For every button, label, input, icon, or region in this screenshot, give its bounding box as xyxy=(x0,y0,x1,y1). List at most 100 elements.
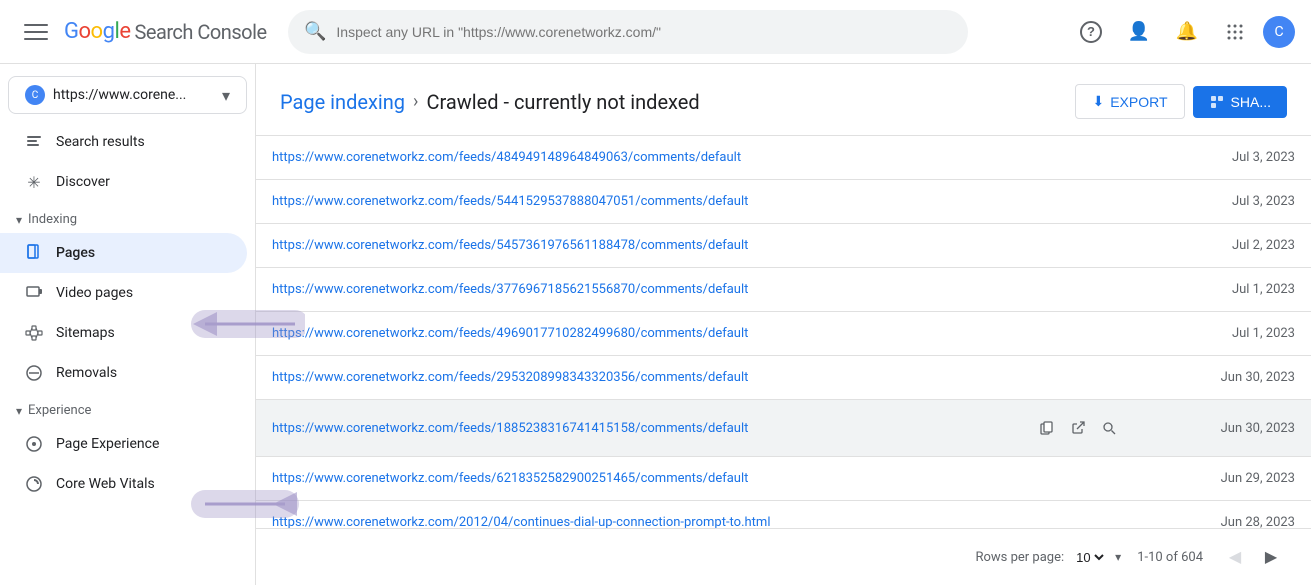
url-inspect-input[interactable] xyxy=(336,24,952,40)
date-cell: Jun 28, 2023 xyxy=(1163,501,1311,529)
page-header: Page indexing › Crawled - currently not … xyxy=(256,64,1311,136)
open-url-button[interactable] xyxy=(1064,414,1092,442)
sidebar-item-page-experience[interactable]: Page Experience xyxy=(0,424,247,464)
row-actions-cell xyxy=(993,312,1163,356)
sidebar-item-video-pages[interactable]: Video pages xyxy=(0,273,247,313)
removals-icon xyxy=(24,363,44,383)
url-cell[interactable]: https://www.corenetworkz.com/feeds/48494… xyxy=(256,136,993,180)
sidebar-label-core-web-vitals: Core Web Vitals xyxy=(56,476,155,492)
avatar[interactable]: C xyxy=(1263,16,1295,48)
apps-icon xyxy=(1226,23,1244,41)
sidebar-section-indexing[interactable]: ▾ Indexing xyxy=(0,202,255,233)
breadcrumb-separator: › xyxy=(413,91,418,112)
sidebar-item-removals[interactable]: Removals xyxy=(0,353,247,393)
sidebar-section-experience[interactable]: ▾ Experience xyxy=(0,393,255,424)
row-actions-cell xyxy=(993,356,1163,400)
accounts-button[interactable]: 👤 xyxy=(1119,12,1159,52)
sidebar-section-label-indexing: Indexing xyxy=(28,212,77,227)
topbar-actions: ? 👤 🔔 C xyxy=(1071,12,1295,52)
table-area: https://www.corenetworkz.com/feeds/48494… xyxy=(256,136,1311,528)
section-arrow-indexing: ▾ xyxy=(16,213,22,227)
accounts-icon: 👤 xyxy=(1128,21,1150,42)
page-experience-icon xyxy=(24,434,44,454)
pagination: Rows per page: 10 25 50 ▾ 1-10 of 604 ◀ … xyxy=(256,528,1311,585)
table-row: https://www.corenetworkz.com/2012/04/con… xyxy=(256,501,1311,529)
logo-o2: o xyxy=(91,19,103,44)
sidebar-label-discover: Discover xyxy=(56,174,110,190)
pages-icon xyxy=(24,243,44,263)
sidebar-item-pages[interactable]: Pages xyxy=(0,233,247,273)
table-row: https://www.corenetworkz.com/feeds/54415… xyxy=(256,180,1311,224)
rows-per-page-label: Rows per page: xyxy=(975,550,1064,565)
url-cell[interactable]: https://www.corenetworkz.com/feeds/37769… xyxy=(256,268,993,312)
date-cell: Jun 30, 2023 xyxy=(1163,356,1311,400)
row-actions-cell xyxy=(993,268,1163,312)
url-cell[interactable]: https://www.corenetworkz.com/2012/04/con… xyxy=(256,501,993,529)
url-cell[interactable]: https://www.corenetworkz.com/feeds/29532… xyxy=(256,356,993,400)
sidebar-label-search-results: Search results xyxy=(56,134,145,150)
search-results-icon xyxy=(24,132,44,152)
sidebar-item-sitemaps[interactable]: Sitemaps xyxy=(0,313,247,353)
rows-per-page-select[interactable]: 10 25 50 xyxy=(1072,549,1107,566)
share-button[interactable]: SHA... xyxy=(1193,86,1287,118)
apps-button[interactable] xyxy=(1215,12,1255,52)
date-cell: Jul 3, 2023 xyxy=(1163,180,1311,224)
date-cell: Jul 2, 2023 xyxy=(1163,224,1311,268)
export-button[interactable]: ⬇ EXPORT xyxy=(1075,84,1184,119)
logo-g: G xyxy=(64,19,79,44)
row-actions-cell xyxy=(993,136,1163,180)
discover-icon: ✳ xyxy=(24,172,44,192)
row-actions-cell xyxy=(993,457,1163,501)
logo-g2: g xyxy=(103,19,115,44)
sitemaps-icon xyxy=(24,323,44,343)
logo-e: e xyxy=(119,19,130,44)
hamburger-icon xyxy=(24,20,48,44)
property-name: https://www.corene... xyxy=(53,87,214,103)
url-cell[interactable]: https://www.corenetworkz.com/feeds/62183… xyxy=(256,457,993,501)
breadcrumb-current: Crawled - currently not indexed xyxy=(426,90,699,114)
share-label: SHA... xyxy=(1231,94,1271,110)
property-selector[interactable]: C https://www.corene... ▾ xyxy=(8,76,247,114)
search-bar[interactable]: 🔍 xyxy=(288,10,968,54)
share-icon xyxy=(1209,94,1225,110)
row-actions-cell xyxy=(993,400,1163,457)
sidebar-item-core-web-vitals[interactable]: Core Web Vitals xyxy=(0,464,247,504)
breadcrumb: Page indexing › Crawled - currently not … xyxy=(280,90,700,114)
notifications-button[interactable]: 🔔 xyxy=(1167,12,1207,52)
help-button[interactable]: ? xyxy=(1071,12,1111,52)
prev-page-button[interactable]: ◀ xyxy=(1219,541,1251,573)
main-content: Page indexing › Crawled - currently not … xyxy=(256,64,1311,585)
date-cell: Jun 29, 2023 xyxy=(1163,457,1311,501)
date-cell: Jul 1, 2023 xyxy=(1163,312,1311,356)
table-row: https://www.corenetworkz.com/feeds/37769… xyxy=(256,268,1311,312)
layout: C https://www.corene... ▾ Search results… xyxy=(0,64,1311,585)
row-actions-cell xyxy=(993,224,1163,268)
sidebar-label-sitemaps: Sitemaps xyxy=(56,325,115,341)
sidebar-label-pages: Pages xyxy=(56,245,95,261)
breadcrumb-link[interactable]: Page indexing xyxy=(280,90,405,114)
url-table: https://www.corenetworkz.com/feeds/48494… xyxy=(256,136,1311,528)
copy-url-button[interactable] xyxy=(1033,414,1061,442)
url-cell[interactable]: https://www.corenetworkz.com/feeds/54573… xyxy=(256,224,993,268)
url-cell[interactable]: https://www.corenetworkz.com/feeds/49690… xyxy=(256,312,993,356)
logo-o1: o xyxy=(79,19,91,44)
property-dropdown-icon: ▾ xyxy=(222,86,230,105)
download-icon: ⬇ xyxy=(1092,93,1104,110)
row-actions-cell xyxy=(993,501,1163,529)
topbar: GoogleSearch Console 🔍 ? 👤 🔔 C xyxy=(0,0,1311,64)
sidebar-item-discover[interactable]: ✳ Discover xyxy=(0,162,247,202)
inspect-url-button[interactable] xyxy=(1095,414,1123,442)
next-page-button[interactable]: ▶ xyxy=(1255,541,1287,573)
row-actions-cell xyxy=(993,180,1163,224)
date-cell: Jun 30, 2023 xyxy=(1163,400,1311,457)
sidebar-item-search-results[interactable]: Search results xyxy=(0,122,247,162)
url-cell[interactable]: https://www.corenetworkz.com/feeds/18852… xyxy=(256,400,993,457)
sidebar-section-label-experience: Experience xyxy=(28,403,91,418)
logo-sc: Search Console xyxy=(134,20,266,44)
date-cell: Jul 1, 2023 xyxy=(1163,268,1311,312)
url-cell[interactable]: https://www.corenetworkz.com/feeds/54415… xyxy=(256,180,993,224)
menu-button[interactable] xyxy=(16,12,56,52)
core-web-vitals-icon xyxy=(24,474,44,494)
export-label: EXPORT xyxy=(1110,94,1167,110)
table-row: https://www.corenetworkz.com/feeds/48494… xyxy=(256,136,1311,180)
